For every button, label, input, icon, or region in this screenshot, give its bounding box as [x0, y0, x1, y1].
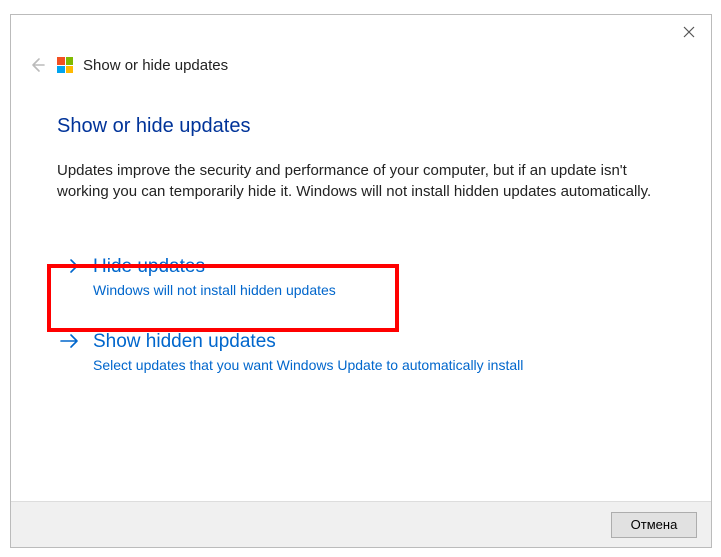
content-area: Show or hide updates Updates improve the… [57, 115, 665, 402]
arrow-right-icon [59, 331, 79, 374]
wizard-window: Show or hide updates Show or hide update… [10, 14, 712, 548]
option-description: Select updates that you want Windows Upd… [93, 356, 523, 374]
back-arrow-icon[interactable] [27, 55, 47, 75]
header-row: Show or hide updates [27, 53, 695, 77]
close-button[interactable] [679, 23, 699, 43]
option-description: Windows will not install hidden updates [93, 281, 336, 299]
option-title: Show hidden updates [93, 331, 523, 354]
windows-logo-icon [57, 57, 73, 73]
window-title: Show or hide updates [83, 57, 228, 74]
arrow-right-icon [59, 256, 79, 299]
option-show-hidden-updates[interactable]: Show hidden updates Select updates that … [57, 327, 665, 378]
option-title: Hide updates [93, 256, 336, 279]
option-text-group: Hide updates Windows will not install hi… [93, 256, 336, 299]
page-title: Show or hide updates [57, 115, 665, 138]
cancel-button[interactable]: Отмена [611, 512, 697, 538]
option-text-group: Show hidden updates Select updates that … [93, 331, 523, 374]
option-hide-updates[interactable]: Hide updates Windows will not install hi… [57, 252, 665, 303]
page-description: Updates improve the security and perform… [57, 160, 665, 202]
footer-bar: Отмена [11, 501, 711, 547]
